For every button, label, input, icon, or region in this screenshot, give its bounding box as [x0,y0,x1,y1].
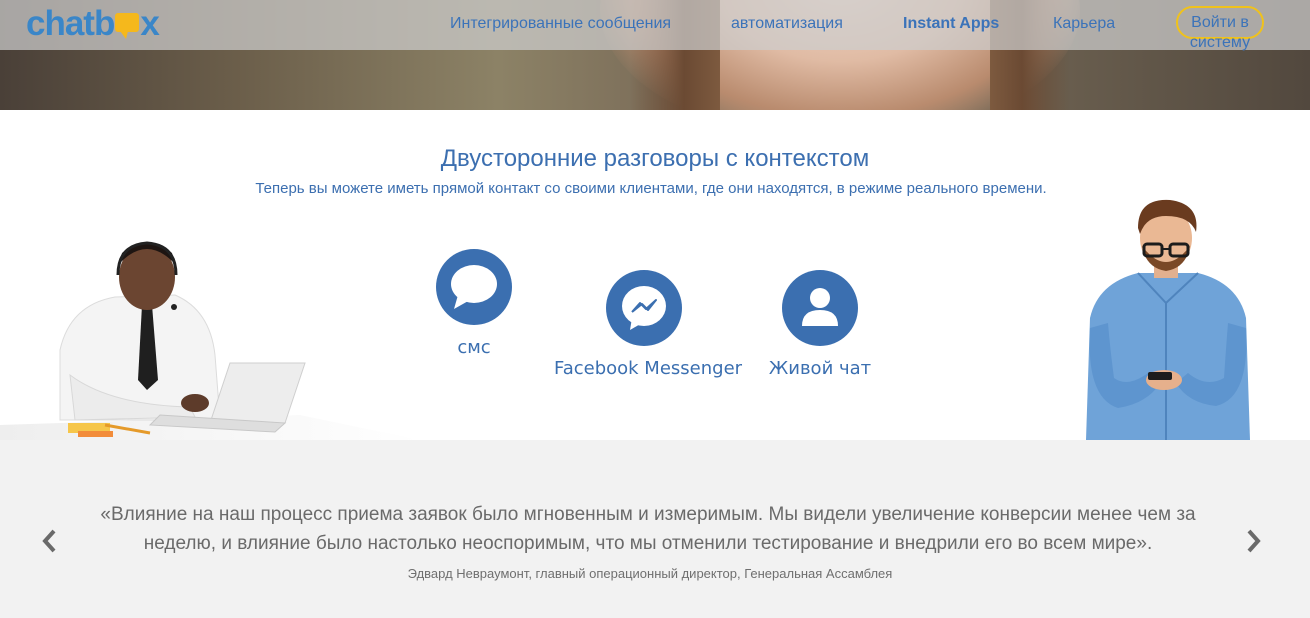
top-navbar: chatb x Интегрированные сообщения автомат… [0,0,1310,51]
testimonial-author: Эдвард Невраумонт, главный операционный … [407,566,893,581]
logo-bubble-icon [115,13,140,39]
channel-facebook-messenger-label: Facebook Messenger [554,358,743,379]
nav-link-automation[interactable]: автоматизация [731,15,843,33]
chatbox-logo[interactable]: chatb x [26,4,160,44]
hero-banner: chatb x Интегрированные сообщения автомат… [0,0,1310,110]
prev-testimonial-arrow-icon[interactable] [38,526,62,556]
testimonial-quote: «Влияние на наш процесс приема заявок бы… [100,504,1196,554]
channel-sms[interactable]: смс [424,249,524,358]
man-with-phone-image [1078,198,1254,440]
channel-live-chat[interactable]: Живой чат [764,270,876,379]
login-button[interactable]: Войти в систему [1176,6,1264,51]
logo-text-prefix: chatb [26,4,115,43]
man-at-laptop-image [0,235,420,440]
channel-facebook-messenger[interactable]: Facebook Messenger [554,270,743,379]
section-subtitle: Теперь вы можете иметь прямой контакт со… [255,180,1047,197]
channel-live-chat-label: Живой чат [768,358,872,379]
nav-link-integrated-messaging[interactable]: Интегрированные сообщения [450,15,671,33]
nav-link-instant-apps[interactable]: Instant Apps [903,15,999,33]
nav-link-careers[interactable]: Карьера [1053,15,1115,33]
user-icon [782,270,858,346]
next-testimonial-arrow-icon[interactable] [1241,526,1265,556]
chat-bubble-icon [436,249,512,325]
testimonial-section: «Влияние на наш процесс приема заявок бы… [0,440,1310,618]
channel-sms-label: смс [457,337,491,358]
logo-text-suffix: x [140,4,159,43]
section-title: Двусторонние разговоры с контекстом [440,145,870,172]
messenger-icon [606,270,682,346]
